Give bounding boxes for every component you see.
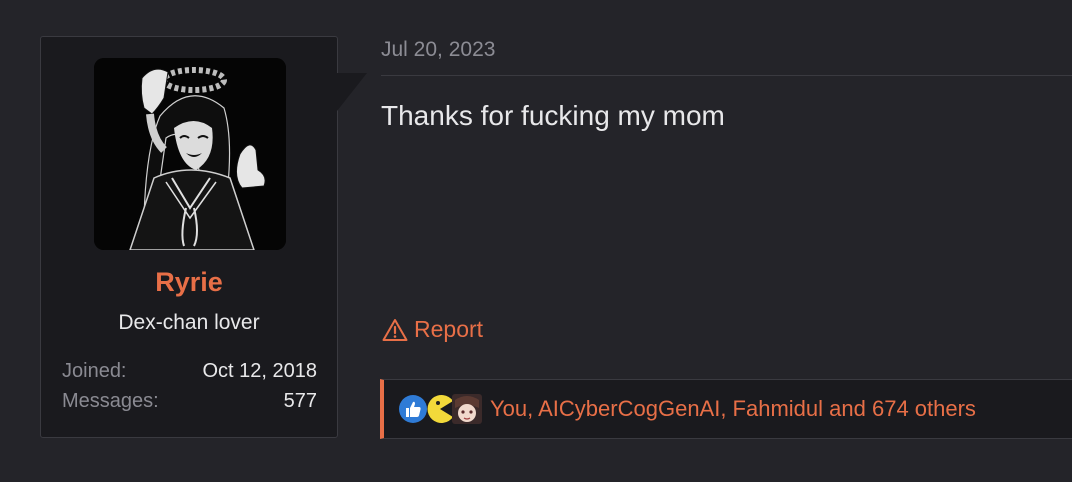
post-date[interactable]: Jul 20, 2023 — [381, 38, 495, 62]
messages-value: 577 — [283, 390, 317, 412]
report-link[interactable]: Report — [382, 316, 483, 343]
report-label: Report — [414, 316, 484, 342]
joined-row: Joined: Oct 12, 2018 — [62, 360, 317, 383]
messages-label: Messages: — [62, 390, 159, 412]
forum-post: Ryrie Dex-chan lover Joined: Oct 12, 201… — [0, 0, 1072, 482]
anime-face-reaction-icon[interactable] — [452, 394, 482, 424]
post-body: Thanks for fucking my mom — [381, 100, 725, 131]
reactions-bar: You, AICyberCogGenAI, Fahmidul and 674 o… — [380, 379, 1072, 439]
card-pointer — [337, 73, 367, 111]
user-card: Ryrie Dex-chan lover Joined: Oct 12, 201… — [40, 36, 338, 438]
user-title: Dex-chan lover — [118, 311, 260, 334]
pacman-reaction-icon[interactable] — [425, 394, 455, 424]
username[interactable]: Ryrie — [41, 267, 337, 298]
reaction-icons — [398, 394, 482, 424]
like-reaction-icon[interactable] — [398, 394, 428, 424]
joined-label: Joined: — [62, 360, 127, 382]
avatar-image — [94, 58, 286, 250]
warning-icon — [382, 318, 408, 341]
reactions-summary-link[interactable]: You, AICyberCogGenAI, Fahmidul and 674 o… — [490, 396, 976, 422]
messages-row: Messages: 577 — [62, 390, 317, 413]
joined-value: Oct 12, 2018 — [202, 360, 317, 382]
avatar[interactable] — [94, 58, 286, 250]
post-divider — [381, 75, 1072, 76]
